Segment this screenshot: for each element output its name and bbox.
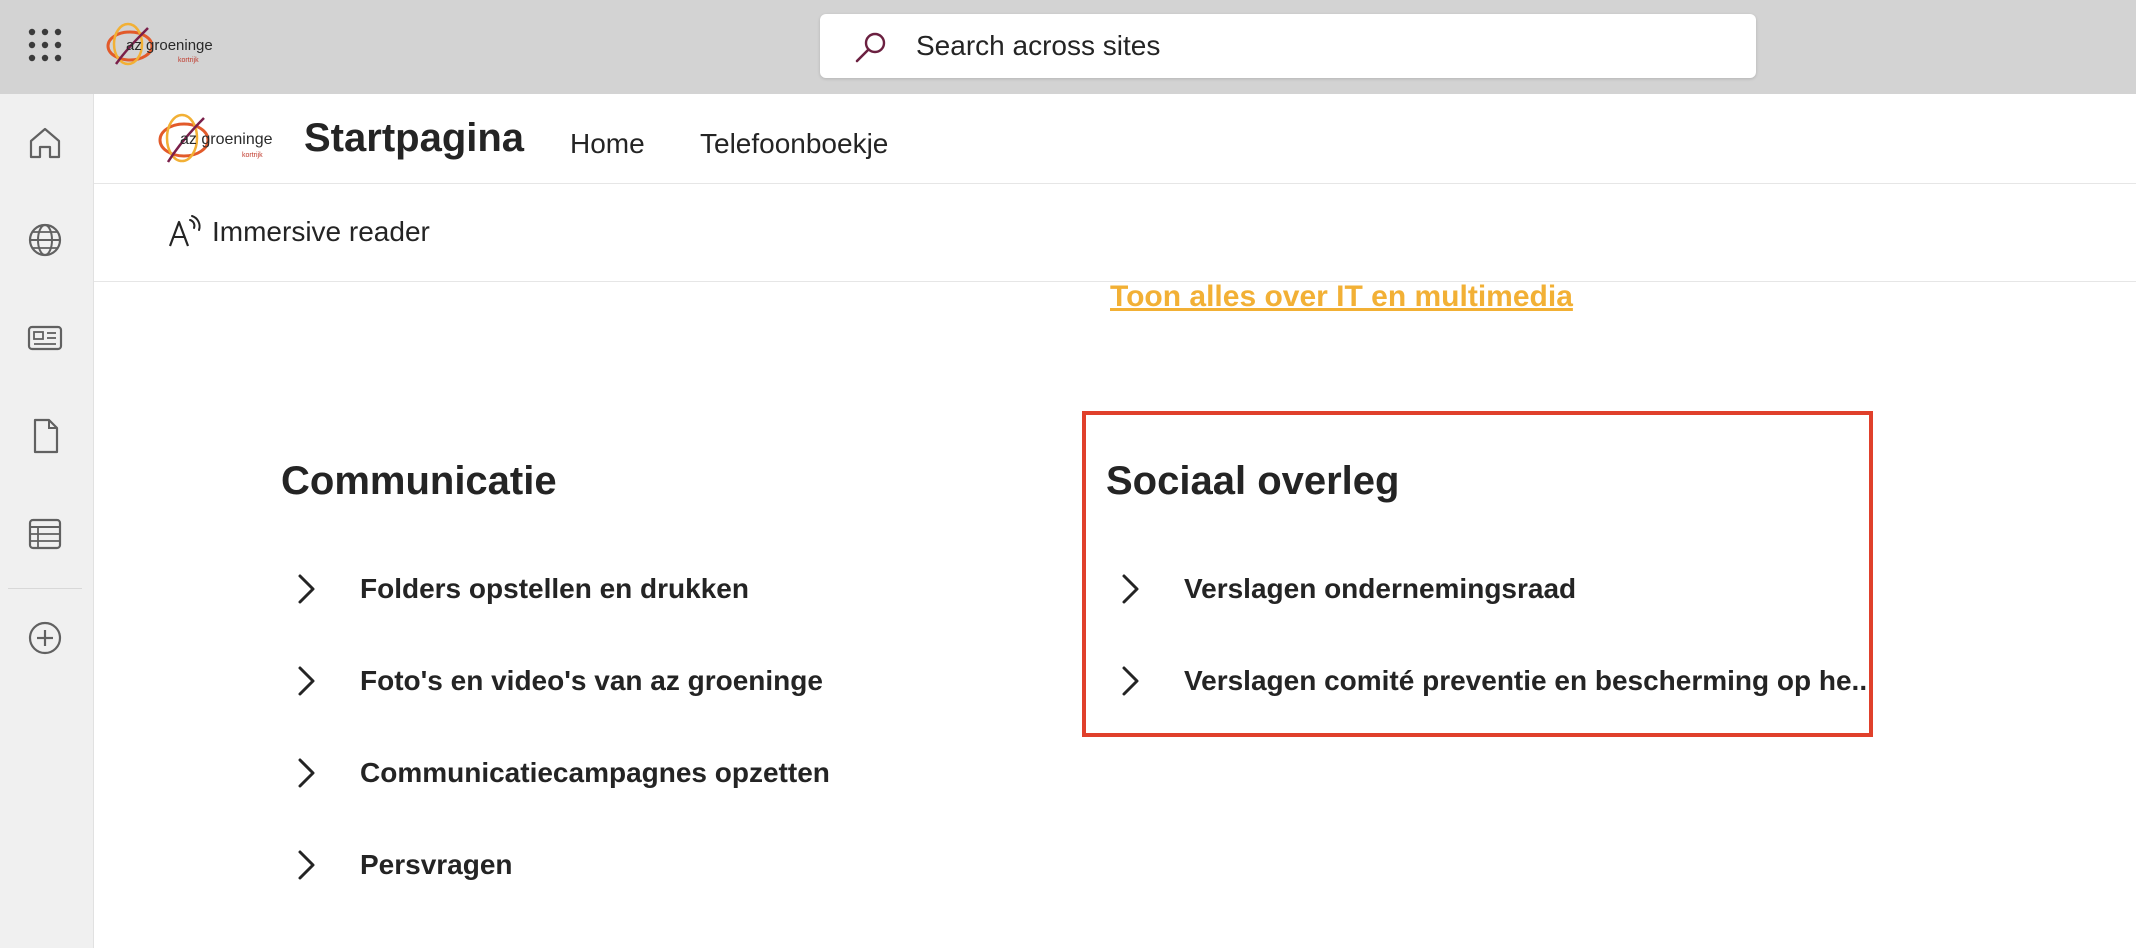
app-launcher-icon[interactable] — [28, 28, 62, 62]
list-icon[interactable] — [26, 515, 64, 553]
link-label: Verslagen ondernemingsraad — [1184, 573, 1577, 604]
news-icon[interactable] — [26, 319, 64, 357]
globe-icon[interactable] — [26, 221, 64, 259]
nav-link-home[interactable]: Home — [570, 127, 645, 161]
svg-text:az groeninge: az groeninge — [126, 37, 213, 54]
chevron-right-icon — [298, 850, 315, 880]
site-title[interactable]: Startpagina — [304, 116, 524, 160]
immersive-reader-label: Immersive reader — [212, 216, 430, 247]
svg-text:az groeninge: az groeninge — [180, 131, 273, 148]
app-bar — [0, 94, 94, 948]
az-groeninge-logo[interactable]: az groeninge kortrijk — [106, 20, 218, 70]
site-header: az groeninge kortrijk Startpagina Home T… — [94, 94, 2136, 184]
immersive-reader-icon — [168, 215, 201, 247]
chevron-right-icon — [1122, 574, 1139, 604]
search-placeholder: Search across sites — [916, 30, 1161, 61]
app-bar-separator — [8, 588, 82, 589]
svg-text:kortrijk: kortrijk — [178, 57, 199, 64]
section-title-communicatie: Communicatie — [281, 459, 557, 503]
link-label: Foto's en video's van az groeninge — [360, 665, 823, 696]
show-all-it-multimedia-link[interactable]: Toon alles over IT en multimedia — [1110, 278, 1573, 316]
command-bar: Immersive reader — [94, 184, 2136, 282]
link-label: Verslagen comité preventie en beschermin… — [1184, 665, 1875, 696]
chevron-right-icon — [298, 666, 315, 696]
document-icon[interactable] — [26, 417, 64, 455]
suite-bar: az groeninge kortrijk Search across site… — [0, 0, 2136, 94]
search-icon — [855, 32, 886, 63]
chevron-right-icon — [298, 574, 315, 604]
nav-link-telefoonboekje[interactable]: Telefoonboekje — [700, 127, 888, 161]
site-logo[interactable]: az groeninge kortrijk — [156, 110, 276, 168]
link-label: Persvragen — [360, 849, 513, 880]
chevron-right-icon — [298, 758, 315, 788]
chevron-right-icon — [1122, 666, 1139, 696]
svg-text:kortrijk: kortrijk — [242, 152, 263, 159]
add-circle-icon[interactable] — [26, 619, 64, 657]
link-label: Communicatiecampagnes opzetten — [360, 757, 830, 788]
section-title-sociaal-overleg: Sociaal overleg — [1106, 459, 1400, 503]
home-icon[interactable] — [26, 124, 64, 162]
search-box[interactable]: Search across sites — [820, 14, 1756, 78]
link-label: Folders opstellen en drukken — [360, 573, 749, 604]
